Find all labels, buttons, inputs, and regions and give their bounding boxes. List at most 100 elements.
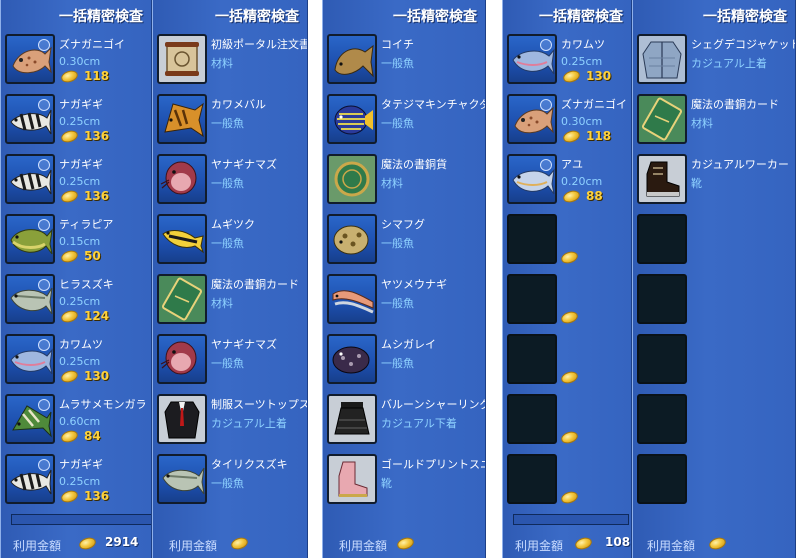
list-item[interactable]: カワムツ 0.25cm 130 [5, 334, 151, 388]
item-size: 0.30cm [561, 115, 603, 128]
item-category: 一般魚 [211, 117, 244, 130]
list-item[interactable]: 魔法の書銅カード 材料 [637, 94, 795, 148]
item-category: 一般魚 [381, 117, 414, 130]
fish-angel-icon [327, 94, 377, 144]
scroll-icon [157, 34, 207, 84]
list-item[interactable]: アユ 0.20cm 88 [507, 154, 631, 208]
card-icon [637, 94, 687, 144]
coin-icon [77, 535, 98, 552]
item-name: ヤナギナマズ [211, 338, 277, 351]
item-category: 一般魚 [381, 237, 414, 250]
empty-slot-box [637, 454, 687, 504]
item-category: 一般魚 [211, 237, 244, 250]
coin-icon [559, 429, 580, 446]
list-item[interactable]: ヤナギナマズ 一般魚 [157, 334, 307, 388]
list-item[interactable]: ヤツメウナギ 一般魚 [327, 274, 485, 328]
list-item[interactable]: ズナガニゴイ 0.30cm 118 [507, 94, 631, 148]
list-item[interactable]: カジュアルワーカー 靴 [637, 154, 795, 208]
item-size: 0.25cm [59, 115, 101, 128]
list-item[interactable]: ティラピア 0.15cm 50 [5, 214, 151, 268]
empty-slot[interactable] [507, 334, 631, 388]
list-item[interactable]: コイチ 一般魚 [327, 34, 485, 88]
empty-slot[interactable] [507, 394, 631, 448]
list-item[interactable]: タテジマキンチャクダイ 一般魚 [327, 94, 485, 148]
item-category: 一般魚 [211, 357, 244, 370]
panel-title: 一括精密検査 [539, 9, 623, 25]
badge-icon [38, 339, 50, 351]
item-size: 0.25cm [59, 175, 101, 188]
list-item[interactable]: ズナガニゴイ 0.30cm 118 [5, 34, 151, 88]
item-name: 魔法の書銅カード [691, 98, 779, 111]
progress-bar [513, 514, 629, 525]
item-name: ナガギギ [59, 98, 103, 111]
empty-slot-box [507, 214, 557, 264]
suit-top-icon [157, 394, 207, 444]
list-item[interactable]: シェグデコジャケット カジュアル上着 [637, 34, 795, 88]
fish-silver-icon [157, 454, 207, 504]
coin-icon [59, 428, 80, 445]
list-item[interactable]: 初級ポータル注文書 材料 [157, 34, 307, 88]
jacket-icon [637, 34, 687, 84]
item-price: 88 [586, 189, 603, 203]
list-item[interactable]: バルーンシャーリングスカート カジュアル下着 [327, 394, 485, 448]
usage-amount-label: 利用金額 [339, 539, 388, 553]
coin-icon [59, 188, 80, 205]
list-item[interactable]: シマフグ 一般魚 [327, 214, 485, 268]
empty-slot[interactable] [507, 454, 631, 508]
list-item[interactable]: ゴールドプリントスニーカー 靴 [327, 454, 485, 508]
list-item[interactable]: カワムツ 0.25cm 130 [507, 34, 631, 88]
list-item[interactable]: 魔法の書銅貨 材料 [327, 154, 485, 208]
empty-slot[interactable] [637, 214, 795, 268]
list-item[interactable]: ヒラスズキ 0.25cm 124 [5, 274, 151, 328]
fish-blue-icon [507, 34, 557, 84]
fish-catfish-icon [5, 154, 55, 204]
fish-orange-icon [157, 94, 207, 144]
badge-icon [38, 39, 50, 51]
item-name: 魔法の書銅カード [211, 278, 299, 291]
item-name: 魔法の書銅貨 [381, 158, 447, 171]
coin-icon [59, 488, 80, 505]
empty-slot-box [507, 454, 557, 504]
list-item[interactable]: ヤナギナマズ 一般魚 [157, 154, 307, 208]
panel-title: 一括精密検査 [215, 9, 299, 25]
item-price: 118 [586, 129, 612, 143]
item-name: 制服スーツトップス [211, 398, 308, 411]
fish-spotted-icon [5, 34, 55, 84]
list-item[interactable]: 魔法の書銅カード 材料 [157, 274, 307, 328]
list-item[interactable]: ナガギギ 0.25cm 136 [5, 94, 151, 148]
item-name: ナガギギ [59, 158, 103, 171]
fish-yellow-icon [157, 214, 207, 264]
badge-icon [38, 99, 50, 111]
fish-eel-icon [327, 274, 377, 324]
list-item[interactable]: タイリクスズキ 一般魚 [157, 454, 307, 508]
empty-slot[interactable] [637, 394, 795, 448]
fish-trigger-icon [5, 394, 55, 444]
coin-item-icon [327, 154, 377, 204]
empty-slot[interactable] [637, 454, 795, 508]
list-item[interactable]: ムシガレイ 一般魚 [327, 334, 485, 388]
usage-amount-value: 2914 [105, 535, 139, 549]
list-item[interactable]: カワメバル 一般魚 [157, 94, 307, 148]
fish-catfish-red-icon [157, 334, 207, 384]
empty-slot[interactable] [637, 274, 795, 328]
empty-slot[interactable] [637, 334, 795, 388]
list-item[interactable]: ナガギギ 0.25cm 136 [5, 154, 151, 208]
empty-slot[interactable] [507, 214, 631, 268]
coin-icon [559, 309, 580, 326]
item-category: 一般魚 [211, 177, 244, 190]
item-name: カワムツ [59, 338, 103, 351]
empty-slot[interactable] [507, 274, 631, 328]
item-category: 一般魚 [381, 57, 414, 70]
item-price: 130 [586, 69, 612, 83]
list-item[interactable]: ナガギギ 0.25cm 136 [5, 454, 151, 508]
usage-amount-value: 108 [605, 535, 631, 549]
item-size: 0.20cm [561, 175, 603, 188]
panel-title: 一括精密検査 [393, 9, 477, 25]
list-item[interactable]: ムラサメモンガラ 0.60cm 84 [5, 394, 151, 448]
list-item[interactable]: ムギツク 一般魚 [157, 214, 307, 268]
list-item[interactable]: 制服スーツトップス カジュアル上着 [157, 394, 307, 448]
item-name: 初級ポータル注文書 [211, 38, 308, 51]
empty-slot-box [637, 274, 687, 324]
item-price: 136 [84, 189, 110, 203]
item-name: カワメバル [211, 98, 266, 111]
